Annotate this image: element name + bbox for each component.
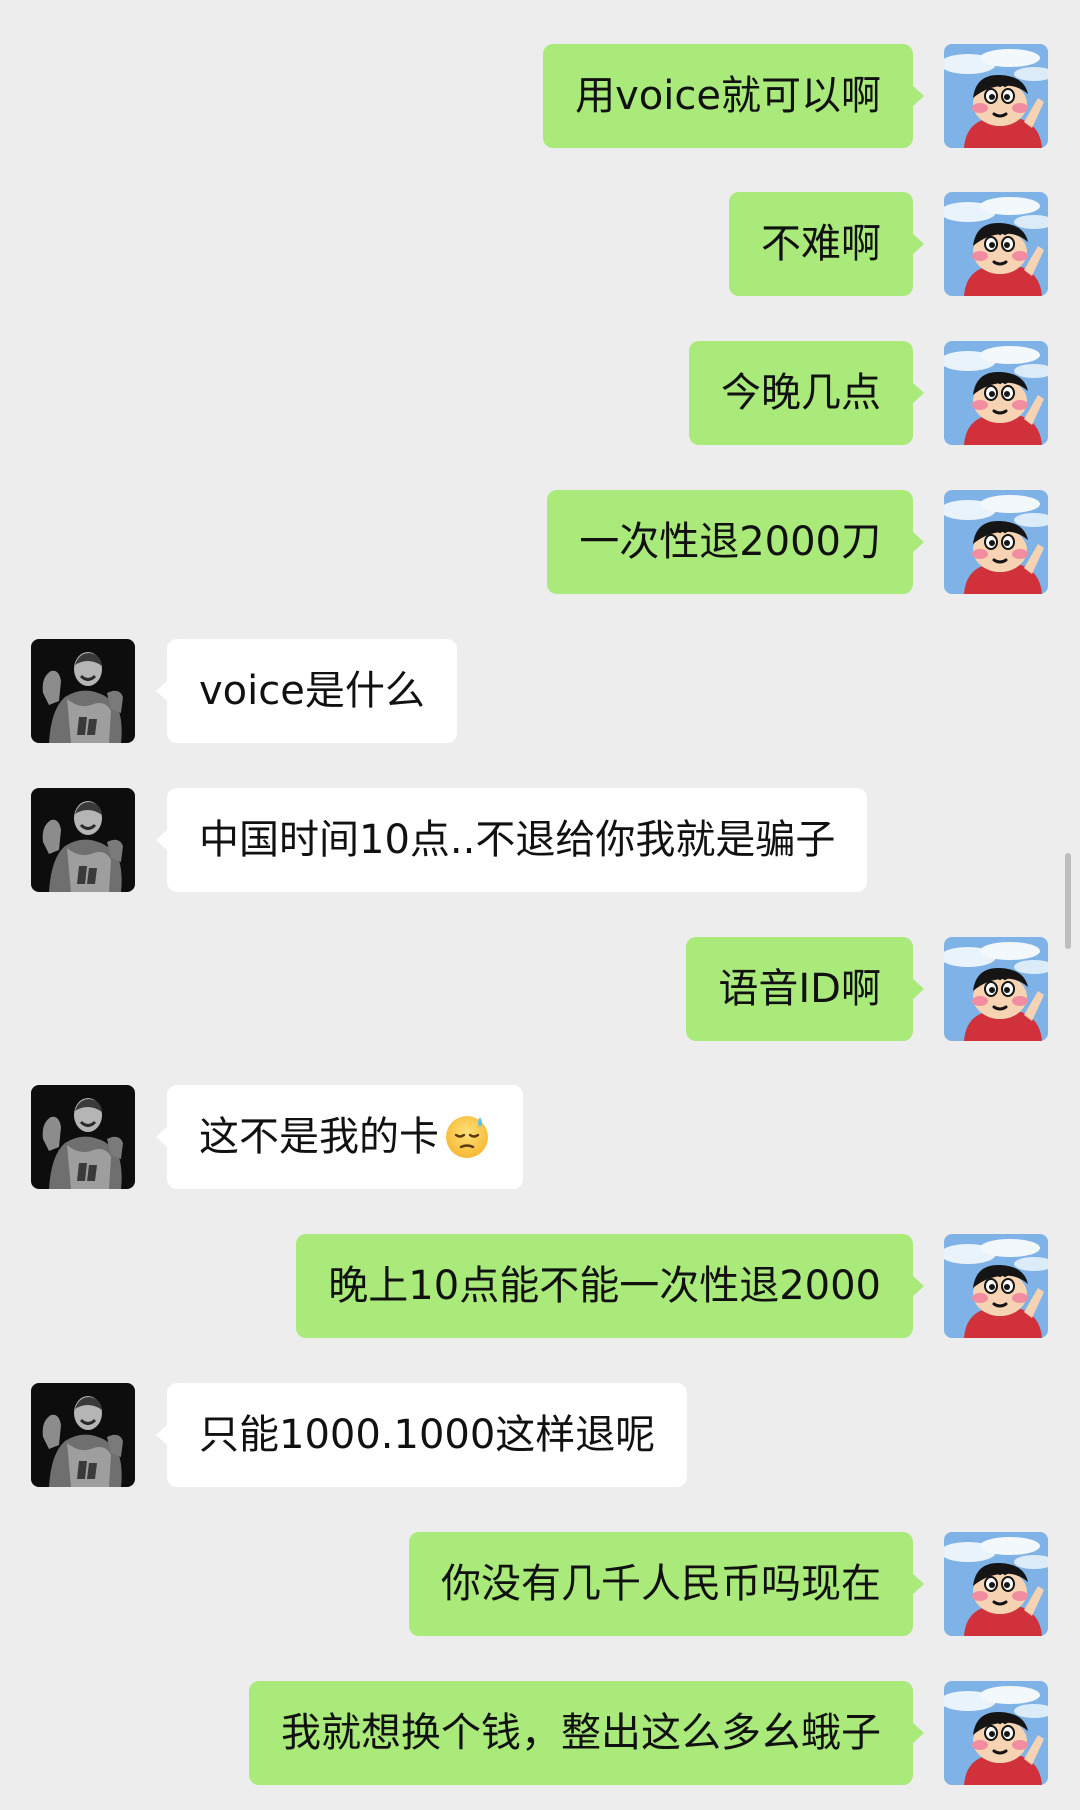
message-outgoing: 你没有几千人民币吗现在 [0,1532,1080,1636]
basketball-player-avatar[interactable] [31,639,135,743]
message-outgoing: 不难啊 [0,192,1080,296]
basketball-player-image [31,1085,135,1189]
message-bubble-outgoing[interactable]: 你没有几千人民币吗现在 [409,1532,924,1636]
message-outgoing: 一次性退2000刀 [0,490,1080,594]
shin-chan-image [944,1234,1048,1338]
shin-chan-avatar[interactable] [944,490,1048,594]
basketball-player-image [31,639,135,743]
message-bubble-incoming[interactable]: 中国时间10点..不退给你我就是骗子 [155,788,868,892]
shin-chan-image [944,341,1048,445]
message-bubble-outgoing[interactable]: 用voice就可以啊 [543,44,924,148]
message-outgoing: 语音ID啊 [0,937,1080,1041]
message-outgoing: 晚上10点能不能一次性退2000 [0,1234,1080,1338]
message-incoming: voice是什么 [0,639,1080,743]
downcast-sweat-face-emoji [446,1116,488,1158]
shin-chan-avatar[interactable] [944,1681,1048,1785]
basketball-player-avatar[interactable] [31,788,135,892]
message-bubble-outgoing[interactable]: 晚上10点能不能一次性退2000 [296,1234,924,1338]
message-bubble-outgoing[interactable]: 一次性退2000刀 [547,490,924,594]
shin-chan-image [944,192,1048,296]
message-incoming: 只能1000.1000这样退呢 [0,1383,1080,1487]
basketball-player-avatar[interactable] [31,1085,135,1189]
message-bubble-outgoing[interactable]: 我就想换个钱，整出这么多幺蛾子 [249,1681,924,1785]
message-incoming: 这不是我的卡 [0,1085,1080,1189]
shin-chan-avatar[interactable] [944,937,1048,1041]
basketball-player-image [31,788,135,892]
message-bubble-outgoing[interactable]: 不难啊 [729,192,924,296]
shin-chan-avatar[interactable] [944,1532,1048,1636]
message-incoming: 中国时间10点..不退给你我就是骗子 [0,788,1080,892]
message-bubble-outgoing[interactable]: 语音ID啊 [686,937,924,1041]
basketball-player-avatar[interactable] [31,1383,135,1487]
basketball-player-image [31,1383,135,1487]
message-outgoing: 用voice就可以啊 [0,44,1080,148]
message-outgoing: 我就想换个钱，整出这么多幺蛾子 [0,1681,1080,1785]
chat-message-list[interactable]: 用voice就可以啊 不难啊 今晚几点 一次性退2000刀 voice是什么 中… [0,0,1080,1810]
shin-chan-image [944,1681,1048,1785]
shin-chan-image [944,490,1048,594]
message-bubble-incoming[interactable]: 只能1000.1000这样退呢 [155,1383,688,1487]
shin-chan-image [944,44,1048,148]
shin-chan-avatar[interactable] [944,1234,1048,1338]
shin-chan-image [944,937,1048,1041]
message-bubble-incoming[interactable]: 这不是我的卡 [156,1085,523,1189]
message-bubble-outgoing[interactable]: 今晚几点 [689,341,924,445]
message-text: 这不是我的卡 [199,1114,439,1160]
shin-chan-image [944,1532,1048,1636]
shin-chan-avatar[interactable] [944,44,1048,148]
shin-chan-avatar[interactable] [944,341,1048,445]
message-bubble-incoming[interactable]: voice是什么 [156,639,457,743]
message-outgoing: 今晚几点 [0,341,1080,445]
shin-chan-avatar[interactable] [944,192,1048,296]
scrollbar-thumb[interactable] [1065,853,1071,949]
